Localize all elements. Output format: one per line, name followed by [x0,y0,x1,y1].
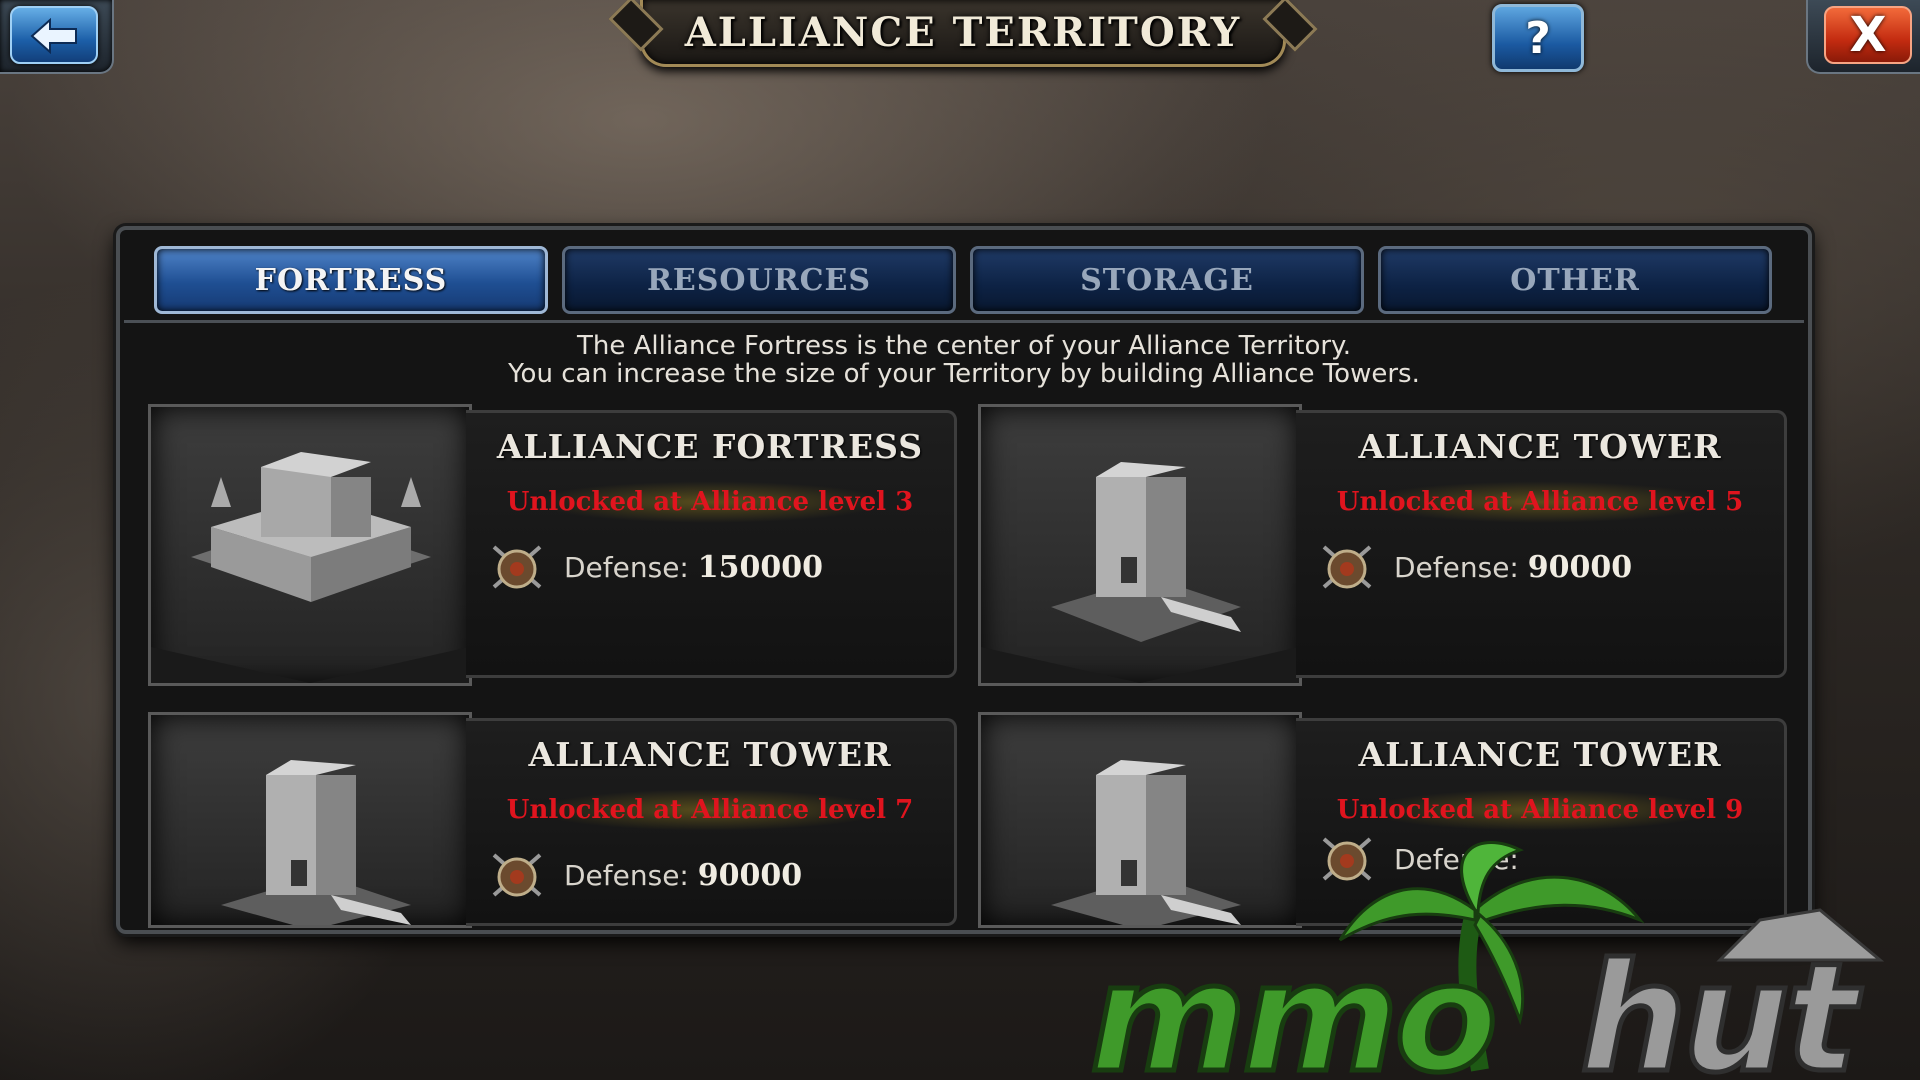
tower-image [148,712,472,930]
page-title: ALLIANCE TERRITORY [684,8,1242,56]
shield-icon [492,545,542,589]
description-line: The Alliance Fortress is the center of y… [576,331,1352,361]
svg-text:hut: hut [1580,932,1863,1080]
unlock-requirement: Unlocked at Alliance level 9 [1336,795,1744,825]
question-icon: ? [1525,12,1551,64]
close-icon: X [1849,7,1887,63]
tab-fortress[interactable]: FORTRESS [154,246,548,314]
divider [124,320,1804,323]
defense-value: 90000 [697,857,803,893]
building-card-tower[interactable]: ALLIANCE TOWER Unlocked at Alliance leve… [148,712,960,930]
defense-value: 150000 [697,549,824,585]
shield-icon [492,853,542,897]
title-plate: ALLIANCE TERRITORY [608,0,1318,67]
tower-image [978,404,1302,686]
watermark-logo: mmo hut [1088,841,1885,1080]
unlock-requirement: Unlocked at Alliance level 5 [1336,487,1744,517]
building-card-tower[interactable]: ALLIANCE TOWER Unlocked at Alliance leve… [978,404,1790,686]
card-info: ALLIANCE FORTRESS Unlocked at Alliance l… [466,410,957,678]
back-button[interactable] [0,0,114,74]
shield-icon [1322,545,1372,589]
tab-other[interactable]: OTHER [1378,246,1772,314]
defense-label: Defense: [564,858,689,892]
defense-label: Defense: [564,550,689,584]
defense-stat: Defense: 90000 [488,849,802,901]
card-info: ALLIANCE TOWER Unlocked at Alliance leve… [466,718,957,926]
defense-value: 90000 [1527,549,1633,585]
title-ornament [608,0,664,52]
card-title: ALLIANCE TOWER [1358,427,1722,466]
back-arrow-icon [30,18,77,54]
tab-storage[interactable]: STORAGE [970,246,1364,314]
unlock-requirement: Unlocked at Alliance level 3 [506,487,914,517]
card-title: ALLIANCE FORTRESS [496,427,924,466]
defense-label: Defense: [1394,550,1519,584]
svg-text:mmo: mmo [1090,932,1494,1080]
defense-stat: Defense: 90000 [1318,541,1632,593]
tab-bar: FORTRESS RESOURCES STORAGE OTHER [154,246,1772,314]
card-title: ALLIANCE TOWER [1358,735,1722,774]
title-ornament [1262,0,1318,52]
card-info: ALLIANCE TOWER Unlocked at Alliance leve… [1296,410,1787,678]
description: The Alliance Fortress is the center of y… [120,332,1808,388]
defense-stat: Defense: 150000 [488,541,823,593]
tab-resources[interactable]: RESOURCES [562,246,956,314]
close-button[interactable]: X [1806,0,1920,74]
help-button[interactable]: ? [1492,4,1584,72]
territory-panel: FORTRESS RESOURCES STORAGE OTHER The All… [116,226,1812,934]
unlock-requirement: Unlocked at Alliance level 7 [506,795,914,825]
card-title: ALLIANCE TOWER [528,735,892,774]
building-card-fortress[interactable]: ALLIANCE FORTRESS Unlocked at Alliance l… [148,404,960,686]
fortress-image [148,404,472,686]
description-line: You can increase the size of your Territ… [508,359,1420,389]
